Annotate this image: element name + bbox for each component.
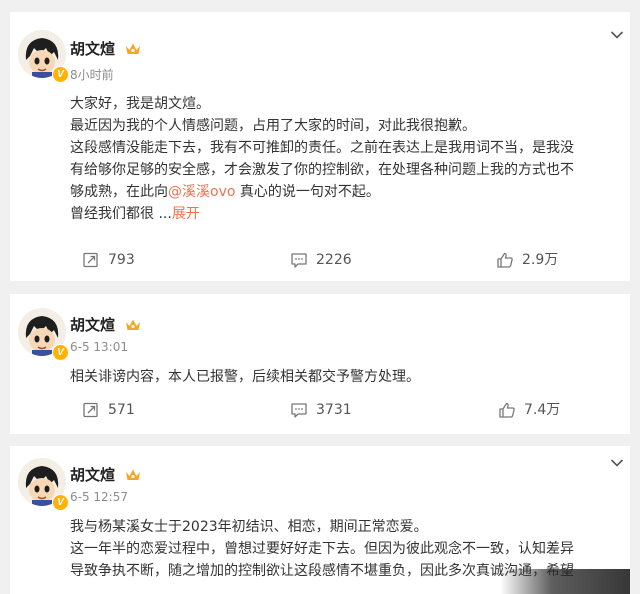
author-name[interactable]: 胡文煊: [70, 464, 141, 485]
crown-icon: [126, 43, 141, 54]
repost-count: 793: [108, 252, 135, 268]
verified-badge-icon: V: [52, 66, 69, 83]
author-name-text: 胡文煊: [70, 316, 116, 334]
author-name-text: 胡文煊: [70, 40, 116, 58]
author-name-text: 胡文煊: [70, 466, 116, 484]
post-time[interactable]: 6-5 12:57: [70, 490, 128, 504]
expand-link[interactable]: 展开: [172, 206, 200, 222]
crown-icon: [126, 469, 141, 480]
like-icon: [497, 252, 513, 268]
mention-link[interactable]: @溪溪ovo: [168, 184, 235, 200]
post-text-line: 大家好，我是胡文煊。: [70, 96, 210, 112]
post-text-line: 这一年半的恋爱过程中，曾想过要好好走下去。但因为彼此观念不一致，认知差异: [70, 541, 574, 557]
weibo-post: V 胡文煊 6-5 13:01 相关诽谤内容，本人已报警，后续相关都交予警方处理…: [10, 294, 630, 434]
post-text-line: 我与杨某溪女士于2023年初结识、相恋，期间正常恋爱。: [70, 519, 428, 535]
author-name[interactable]: 胡文煊: [70, 38, 141, 59]
repost-count: 571: [108, 402, 135, 418]
like-icon: [499, 402, 515, 418]
post-text-line: 最近因为我的个人情感问题，占用了大家的时间，对此我很抱歉。: [70, 118, 476, 134]
action-bar: 793 2226 2.9万: [10, 248, 630, 272]
text-segment: 够成熟，在此向: [70, 184, 168, 200]
chevron-down-icon[interactable]: [610, 458, 624, 468]
like-count: 7.4万: [524, 402, 561, 418]
ellipsis: ...: [158, 206, 172, 222]
text-segment: 真心的说一句对不起。: [235, 184, 380, 200]
author-name[interactable]: 胡文煊: [70, 314, 141, 335]
post-body: 相关诽谤内容，本人已报警，后续相关都交予警方处理。: [70, 366, 616, 388]
post-text-line: 曾经我们都很 ...展开: [70, 203, 616, 225]
crown-icon: [126, 319, 141, 330]
post-body: 大家好，我是胡文煊。 最近因为我的个人情感问题，占用了大家的时间，对此我很抱歉。…: [70, 93, 616, 225]
repost-icon: [83, 252, 98, 268]
weibo-post: V 胡文煊 8小时前 大家好，我是胡文煊。 最近因为我的个人情感问题，占用了大家…: [10, 12, 630, 281]
comment-count: 3731: [316, 402, 352, 418]
watermark-overlay: [500, 569, 630, 594]
post-text-line: 相关诽谤内容，本人已报警，后续相关都交予警方处理。: [70, 369, 420, 385]
chevron-down-icon[interactable]: [610, 30, 624, 40]
comment-icon: [291, 253, 307, 268]
text-segment: 曾经我们都很: [70, 206, 154, 222]
verified-badge-icon: V: [52, 494, 69, 511]
action-bar: 571 3731 7.4万: [10, 398, 630, 422]
post-time[interactable]: 8小时前: [70, 66, 114, 83]
comment-icon: [291, 403, 307, 418]
like-count: 2.9万: [522, 252, 559, 268]
repost-icon: [83, 402, 98, 418]
post-text-line: 这段感情没能走下去，我有不可推卸的责任。之前在表达上是我用词不当，是我没: [70, 140, 574, 156]
post-text-line: 够成熟，在此向@溪溪ovo 真心的说一句对不起。: [70, 181, 616, 203]
verified-badge-icon: V: [52, 344, 69, 361]
post-time[interactable]: 6-5 13:01: [70, 340, 128, 354]
post-text-line: 有给够你足够的安全感，才会激发了你的控制欲，在处理各种问题上我的方式也不: [70, 162, 574, 178]
comment-count: 2226: [316, 252, 352, 268]
